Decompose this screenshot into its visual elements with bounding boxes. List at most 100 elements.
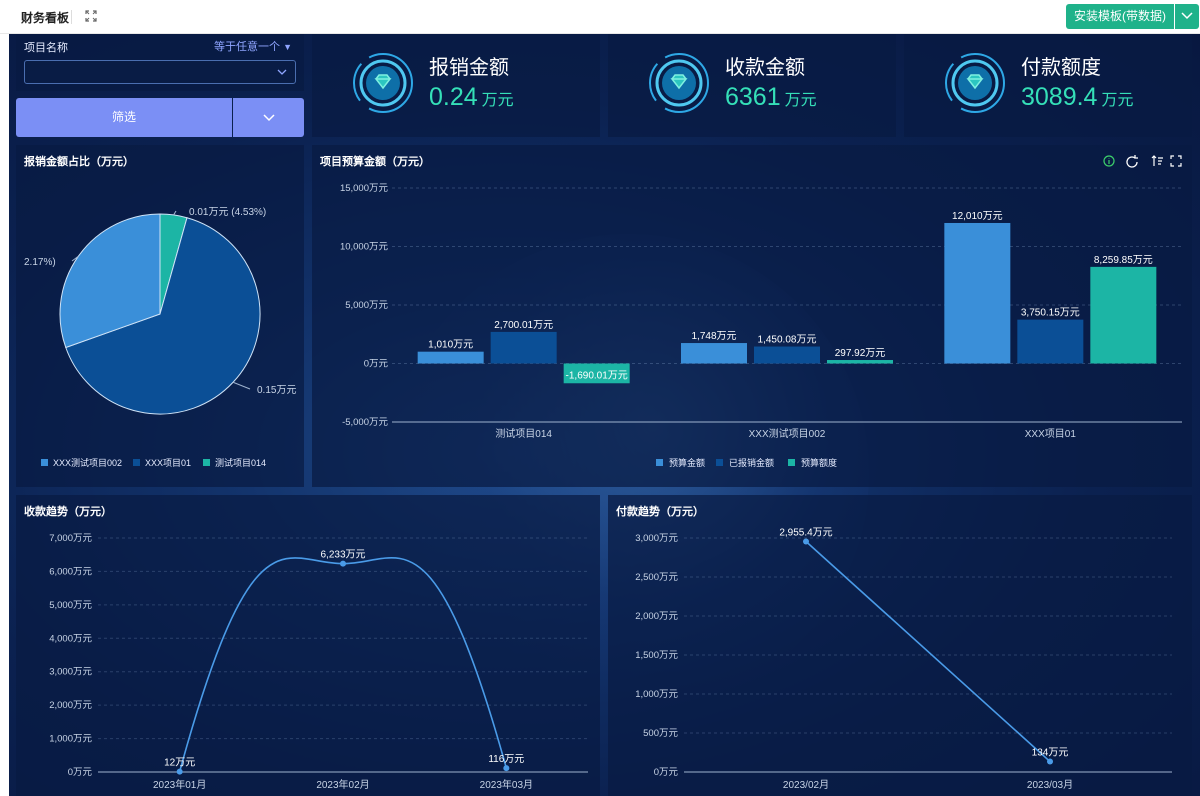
- kpi-value: 6361 万元: [725, 83, 817, 111]
- bar: [754, 346, 820, 364]
- pie-slice-label: 0.01万元 (4.53%): [189, 207, 266, 218]
- payments-line-chart: 3,000万元 2,500万元 2,000万元 1,500万元 1,000万元 500万元…: [635, 527, 1172, 791]
- payments-trend-panel: 付款趋势（万元） 3,000万元 2,500万元 2,000万元 1,500万元 1,0…: [608, 495, 1192, 796]
- y-tick-label: 0万元: [364, 359, 389, 370]
- filter-panel: 项目名称 等于任意一个 ▼: [16, 34, 304, 91]
- bar-data-label: 3,750.15万元: [1021, 308, 1080, 319]
- legend-label: XXX测试项目002: [53, 457, 122, 468]
- bar-chart: 15,000万元 10,000万元 5,000万元 0万元 -5,000万元测试项目01…: [340, 183, 1182, 468]
- bar-data-label: 2,700.01万元: [494, 320, 553, 331]
- data-label: 116万元: [488, 754, 524, 765]
- bar: [417, 351, 484, 364]
- bar-chart-panel: 项目预算金额（万元） 15,000万元 10,000万元 5,000万元 0万元 -5,…: [312, 145, 1192, 487]
- data-point: [176, 768, 183, 775]
- x-tick-label: 测试项目014: [495, 427, 552, 440]
- y-tick-label: 15,000万元: [340, 183, 389, 194]
- x-tick-label: XXX项目01: [1025, 428, 1077, 440]
- x-tick-label: XXX测试项目002: [749, 427, 826, 440]
- legend-swatch: [133, 459, 140, 466]
- y-tick-label: 4,000万元: [49, 633, 92, 644]
- kpi-card-reimbursement: 报销金额 0.24 万元: [312, 34, 600, 137]
- legend-label: 预算额度: [801, 457, 837, 468]
- kpi-label: 付款额度: [1021, 57, 1101, 79]
- chevron-down-icon: [1181, 12, 1193, 20]
- legend-swatch: [716, 459, 723, 466]
- kpi-label: 收款金额: [725, 57, 805, 79]
- x-tick-label: 2023年01月: [153, 778, 206, 791]
- install-template-button[interactable]: 安装模板(带数据): [1066, 4, 1174, 29]
- y-tick-label: 0万元: [654, 767, 679, 778]
- bar-data-label: -1,690.01万元: [566, 371, 628, 382]
- pie-leader-line: [232, 381, 251, 390]
- bar: [1017, 319, 1084, 364]
- diamond-icon: [649, 53, 709, 113]
- legend-swatch: [788, 459, 795, 466]
- legend-label: XXX项目01: [145, 458, 191, 468]
- bar: [681, 343, 747, 364]
- y-tick-label: 3,000万元: [635, 533, 678, 544]
- page-title: 财务看板: [21, 11, 70, 25]
- filter-button[interactable]: 筛选: [16, 98, 232, 137]
- pie-chart-panel: 报销金额占比（万元） 0.01万元 (4.53%) 0.15万元 2.17%) XXX…: [16, 145, 304, 487]
- receipts-line-chart: 7,000万元 6,000万元 5,000万元 4,000万元 3,000万元 2,000…: [49, 533, 588, 791]
- kpi-label: 报销金额: [429, 57, 509, 79]
- legend-label: 预算金额: [669, 457, 705, 468]
- y-tick-label: 2,500万元: [635, 572, 678, 583]
- data-point: [803, 538, 809, 545]
- bar-data-label: 12,010万元: [952, 211, 1003, 222]
- kpi-value: 3089.4 万元: [1021, 83, 1134, 111]
- kpi-value: 0.24 万元: [429, 83, 514, 111]
- data-label: 2,955.4万元: [779, 527, 832, 538]
- kpi-card-receipts: 收款金额 6361 万元: [608, 34, 896, 137]
- install-dropdown-button[interactable]: [1175, 4, 1199, 29]
- y-tick-label: 6,000万元: [49, 566, 92, 577]
- bar-data-label: 1,010万元: [428, 340, 473, 351]
- legend-swatch: [656, 459, 663, 466]
- y-tick-label: 10,000万元: [340, 242, 389, 253]
- top-bar: 财务看板 安装模板(带数据): [0, 0, 1200, 34]
- pie-slice-label: 0.15万元: [257, 385, 296, 396]
- data-point: [503, 765, 510, 772]
- bar: [944, 222, 1011, 364]
- legend-swatch: [203, 459, 210, 466]
- y-tick-label: 0万元: [68, 767, 93, 778]
- x-tick-label: 2023/02月: [783, 779, 829, 791]
- x-tick-label: 2023年02月: [316, 778, 369, 791]
- data-label: 12万元: [164, 758, 195, 769]
- y-tick-label: 5,000万元: [49, 600, 92, 611]
- legend-swatch: [41, 459, 48, 466]
- fullscreen-icon[interactable]: [84, 9, 98, 23]
- chevron-down-icon: [263, 114, 275, 122]
- y-tick-label: -5,000万元: [342, 417, 388, 428]
- filter-dropdown-button[interactable]: [233, 98, 304, 137]
- bar-data-label: 8,259.85万元: [1094, 255, 1153, 266]
- bar-data-label: 1,748万元: [691, 331, 736, 342]
- receipts-trend-panel: 收款趋势（万元） 7,000万元 6,000万元 5,000万元 4,000万元 3,0…: [16, 495, 600, 796]
- bar: [827, 360, 893, 364]
- data-point: [1047, 758, 1053, 765]
- y-tick-label: 5,000万元: [345, 300, 388, 311]
- dashboard-canvas: 项目名称 等于任意一个 ▼ 筛选 报销金额 0.24 万元 收款金额 6361 万元: [9, 34, 1200, 796]
- filter-label: 项目名称: [24, 42, 68, 54]
- pie-chart: 0.01万元 (4.53%) 0.15万元 2.17%) XXX测试项目002 XXX项…: [24, 207, 296, 468]
- y-tick-label: 7,000万元: [49, 533, 92, 544]
- y-tick-label: 1,000万元: [49, 734, 92, 745]
- legend-label: 测试项目014: [215, 457, 266, 468]
- bar: [490, 331, 557, 364]
- caret-down-icon: ▼: [283, 42, 292, 52]
- project-name-select[interactable]: [24, 60, 296, 84]
- y-tick-label: 1,500万元: [635, 650, 678, 661]
- y-tick-label: 1,000万元: [635, 689, 678, 700]
- y-tick-label: 2,000万元: [635, 611, 678, 622]
- pie-leader-line: [173, 210, 177, 216]
- bar-data-label: 1,450.08万元: [758, 335, 817, 346]
- filter-operator[interactable]: 等于任意一个 ▼: [214, 38, 292, 54]
- series-line: [805, 540, 1051, 763]
- x-tick-label: 2023/03月: [1027, 779, 1073, 791]
- diamond-icon: [945, 53, 1005, 113]
- series-line: [178, 557, 508, 772]
- y-tick-label: 3,000万元: [49, 667, 92, 678]
- x-tick-label: 2023年03月: [480, 778, 533, 791]
- data-point: [340, 560, 346, 567]
- chevron-down-icon: [277, 69, 287, 75]
